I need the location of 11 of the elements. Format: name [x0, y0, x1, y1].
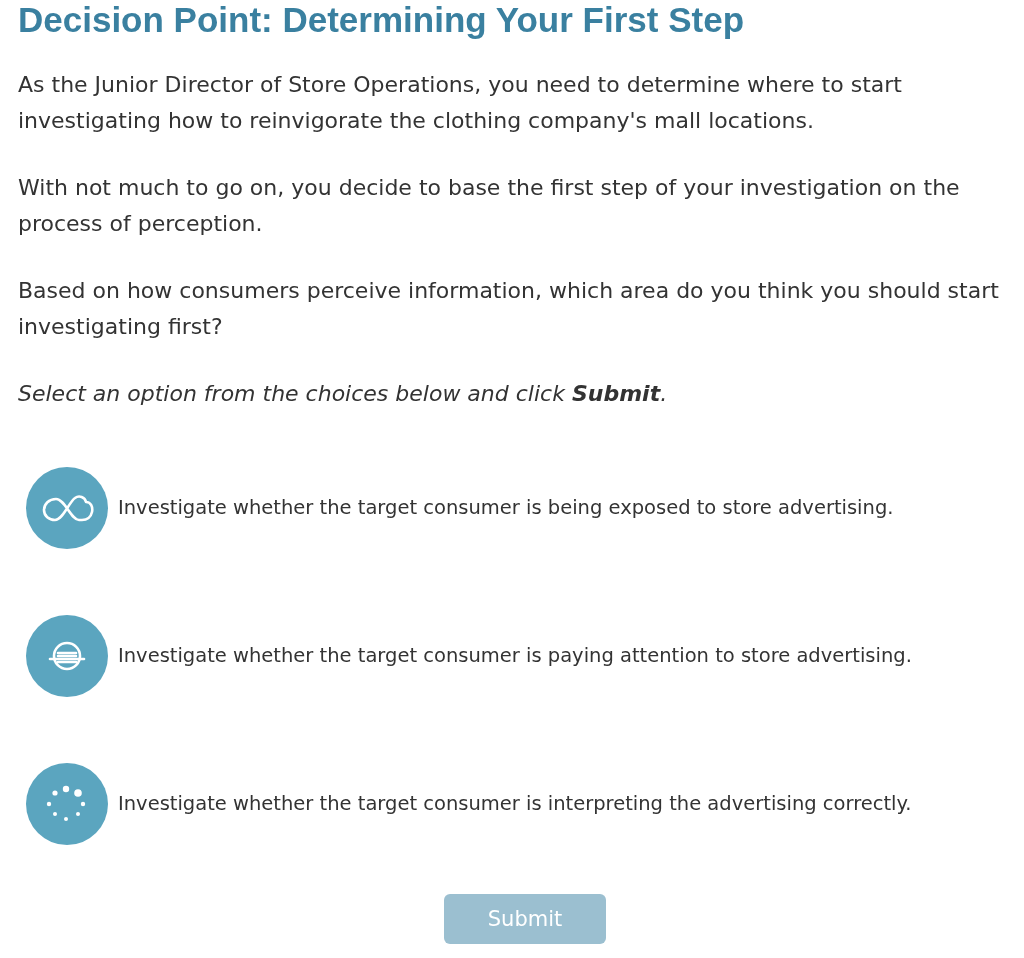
body-paragraph: As the Junior Director of Store Operations, you need to determine where to start investigating how to reinvigorate the clothing company's mall locations.	[18, 71, 903, 135]
striped-circle-icon	[26, 615, 108, 697]
cloud-icon	[26, 467, 108, 549]
answer-option[interactable]: Investigate whether the target consumer is being exposed to store advertising.	[26, 467, 894, 549]
instruction-text: Select an option from the choices below and click Submit.	[18, 380, 669, 408]
body-paragraph: Based on how consumers perceive information, which area do you think you should start investigating first?	[18, 277, 1000, 341]
body-paragraph: With not much to go on, you decide to base the first step of your investigation on the process of perception.	[18, 174, 961, 238]
dotted-ring-icon	[26, 763, 108, 845]
page-title: Decision Point: Determining Your First Step	[18, 0, 744, 40]
answer-option[interactable]: Investigate whether the target consumer is paying attention to store advertising.	[26, 615, 912, 697]
answer-option[interactable]: Investigate whether the target consumer is interpreting the advertising correctly.	[26, 763, 912, 845]
